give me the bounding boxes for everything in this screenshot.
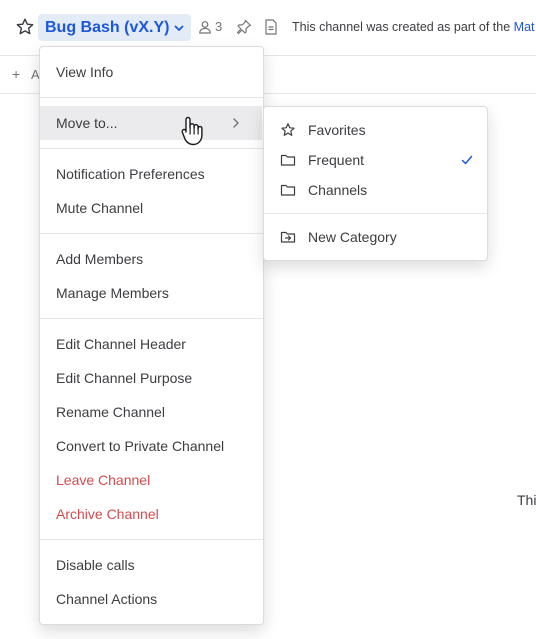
- star-icon: [281, 123, 295, 136]
- member-icon: [199, 20, 211, 34]
- menu-item-move-to[interactable]: Move to...: [40, 106, 262, 140]
- menu-item-label: Add Members: [56, 251, 144, 267]
- submenu-divider: [264, 213, 487, 214]
- menu-item-leave-channel[interactable]: Leave Channel: [40, 463, 263, 497]
- channel-description: This channel was created as part of the …: [292, 20, 535, 34]
- menu-item-label: Archive Channel: [56, 506, 159, 522]
- folder-icon: [280, 184, 296, 196]
- files-icon[interactable]: [264, 19, 278, 35]
- menu-item-label: Manage Members: [56, 285, 169, 301]
- member-count: 3: [215, 19, 223, 34]
- menu-item-notification-preferences[interactable]: Notification Preferences: [40, 157, 263, 191]
- channel-menu: View Info Move to... Notification Prefer…: [39, 46, 264, 625]
- menu-item-label: Rename Channel: [56, 404, 165, 420]
- channel-name: Bug Bash (vX.Y): [45, 18, 170, 36]
- submenu-item-frequent[interactable]: Frequent: [264, 145, 487, 175]
- folder-move-icon: [280, 231, 296, 243]
- submenu-item-favorites[interactable]: Favorites: [264, 115, 487, 145]
- menu-item-edit-channel-header[interactable]: Edit Channel Header: [40, 327, 263, 361]
- menu-item-label: Channel Actions: [56, 591, 158, 607]
- menu-item-label: View Info: [56, 64, 114, 80]
- submenu-item-channels[interactable]: Channels: [264, 175, 487, 205]
- menu-item-view-info[interactable]: View Info: [40, 55, 263, 89]
- submenu-item-label: Favorites: [308, 122, 366, 138]
- menu-item-label: Mute Channel: [56, 200, 144, 216]
- menu-item-manage-members[interactable]: Manage Members: [40, 276, 263, 310]
- menu-divider: [40, 233, 263, 234]
- menu-item-rename-channel[interactable]: Rename Channel: [40, 395, 263, 429]
- submenu-item-label: Frequent: [308, 152, 365, 168]
- checkmark-icon: [461, 155, 473, 165]
- chevron-down-icon: [175, 25, 184, 31]
- description-text: This channel was created as part of the: [292, 20, 514, 34]
- menu-item-add-members[interactable]: Add Members: [40, 242, 263, 276]
- background-message-text: Thi: [517, 492, 536, 508]
- menu-item-mute-channel[interactable]: Mute Channel: [40, 191, 263, 225]
- menu-item-label: Notification Preferences: [56, 166, 205, 182]
- menu-item-label: Disable calls: [56, 557, 135, 573]
- description-link[interactable]: Mat: [514, 20, 535, 34]
- favorite-star-icon[interactable]: [15, 17, 35, 37]
- submenu-item-label: Channels: [308, 182, 368, 198]
- menu-item-archive-channel[interactable]: Archive Channel: [40, 497, 263, 531]
- menu-divider: [40, 97, 263, 98]
- submenu-item-label: New Category: [308, 229, 397, 245]
- menu-divider: [40, 539, 263, 540]
- menu-item-label: Convert to Private Channel: [56, 438, 225, 454]
- menu-item-convert-to-private[interactable]: Convert to Private Channel: [40, 429, 263, 463]
- submenu-item-new-category[interactable]: New Category: [264, 222, 487, 252]
- move-to-submenu: Favorites Frequent Channels New Category: [263, 106, 488, 261]
- pin-icon[interactable]: [236, 19, 252, 35]
- channel-name-button[interactable]: Bug Bash (vX.Y): [38, 14, 192, 41]
- hand-cursor-icon: [181, 116, 203, 146]
- folder-icon: [280, 154, 296, 166]
- member-count-button[interactable]: 3: [198, 19, 222, 34]
- menu-item-label: Leave Channel: [56, 472, 151, 488]
- menu-item-label: Edit Channel Purpose: [56, 370, 193, 386]
- menu-item-label: Move to...: [56, 115, 118, 131]
- menu-item-channel-actions[interactable]: Channel Actions: [40, 582, 263, 616]
- plus-icon[interactable]: +: [12, 66, 20, 82]
- menu-item-edit-channel-purpose[interactable]: Edit Channel Purpose: [40, 361, 263, 395]
- menu-divider: [40, 148, 263, 149]
- menu-item-disable-calls[interactable]: Disable calls: [40, 548, 263, 582]
- chevron-right-icon: [233, 118, 239, 128]
- menu-divider: [40, 318, 263, 319]
- menu-item-label: Edit Channel Header: [56, 336, 186, 352]
- app-window: Bug Bash (vX.Y) 3 This channel was creat…: [0, 0, 536, 639]
